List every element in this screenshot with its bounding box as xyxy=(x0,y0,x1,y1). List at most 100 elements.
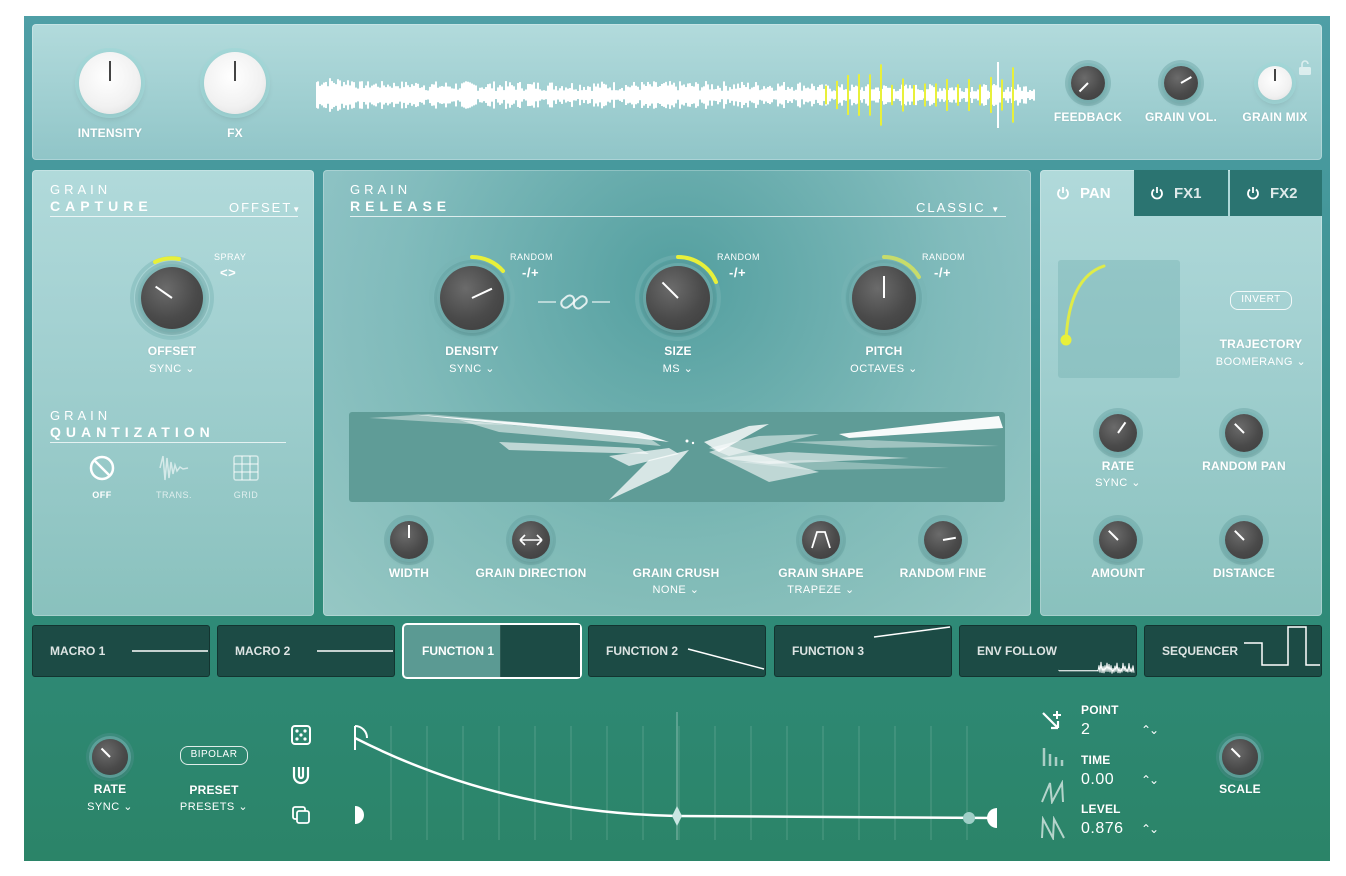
decay-icon[interactable] xyxy=(1040,816,1066,840)
pitch-sub-dropdown[interactable]: OCTAVES ⌄ xyxy=(832,362,936,375)
time-stepper[interactable]: ⌃⌄ xyxy=(1141,773,1159,787)
copy-icon[interactable] xyxy=(290,804,312,826)
bars-icon[interactable] xyxy=(1040,744,1066,768)
random-fine-knob[interactable] xyxy=(924,521,962,559)
width-label: WIDTH xyxy=(388,566,430,580)
tab-fx2[interactable]: FX2 xyxy=(1230,170,1322,216)
trajectory-pad[interactable] xyxy=(1058,260,1180,378)
quant-grid-option[interactable]: GRID xyxy=(226,454,266,504)
size-label: SIZE xyxy=(664,344,692,358)
offset-sub-dropdown[interactable]: SYNC ⌄ xyxy=(132,362,212,375)
grain-mix-knob[interactable] xyxy=(1258,66,1292,100)
magnet-icon[interactable] xyxy=(290,764,312,786)
density-random-toggle[interactable]: -/+ xyxy=(522,265,539,280)
offset-knob[interactable] xyxy=(141,267,203,329)
size-sub-dropdown[interactable]: MS ⌄ xyxy=(638,362,718,375)
random-pan-label: RANDOM PAN xyxy=(1202,459,1286,473)
modulator-function-1[interactable]: FUNCTION 1 xyxy=(404,625,580,677)
scale-knob[interactable] xyxy=(1222,739,1258,775)
preset-dropdown[interactable]: PRESETS ⌄ xyxy=(174,800,254,813)
point-value[interactable]: 2 xyxy=(1081,721,1090,739)
power-icon xyxy=(1247,187,1259,200)
quant-trans-label: TRANS. xyxy=(155,490,192,500)
fx-label: FX xyxy=(227,126,243,140)
function-rate-knob[interactable] xyxy=(92,739,128,775)
point-stepper[interactable]: ⌃⌄ xyxy=(1141,723,1159,737)
tab-pan[interactable]: PAN xyxy=(1040,170,1134,216)
grain-capture-panel xyxy=(32,170,314,616)
function-curve-editor[interactable] xyxy=(349,706,1009,846)
no-entry-icon xyxy=(89,455,115,481)
grain-visualizer xyxy=(349,412,1005,502)
grain-crush-dropdown[interactable]: NONE ⌄ xyxy=(636,583,716,596)
pan-rate-knob[interactable] xyxy=(1099,414,1137,452)
fx-knob[interactable] xyxy=(204,52,266,114)
release-divider xyxy=(350,216,1006,217)
macro-1-preview xyxy=(132,650,208,652)
add-point-icon[interactable] xyxy=(1040,708,1066,734)
distance-knob[interactable] xyxy=(1225,521,1263,559)
quant-trans-option[interactable]: TRANS. xyxy=(152,454,196,504)
spray-label: SPRAY xyxy=(214,252,247,262)
release-mode-dropdown[interactable]: CLASSIC ▼ xyxy=(916,200,1001,215)
modulator-macro-1[interactable]: MACRO 1 xyxy=(32,625,210,677)
amount-knob[interactable] xyxy=(1099,521,1137,559)
preset-label: PRESET xyxy=(189,783,239,797)
pitch-knob[interactable] xyxy=(852,266,916,330)
width-knob[interactable] xyxy=(390,521,428,559)
pan-panel xyxy=(1040,170,1322,616)
dice-icon[interactable] xyxy=(290,724,312,746)
modulator-env-follow[interactable]: ENV FOLLOW xyxy=(959,625,1137,677)
spray-toggle[interactable]: <> xyxy=(220,265,236,280)
grain-shape-dropdown[interactable]: TRAPEZE ⌄ xyxy=(781,583,861,596)
bipolar-button[interactable]: BIPOLAR xyxy=(180,746,248,765)
modulator-sequencer[interactable]: SEQUENCER xyxy=(1144,625,1322,677)
bidirectional-arrow-icon xyxy=(519,534,543,546)
modulator-function-2[interactable]: FUNCTION 2 xyxy=(588,625,766,677)
feedback-knob[interactable] xyxy=(1071,66,1105,100)
pitch-random-toggle[interactable]: -/+ xyxy=(934,265,951,280)
ramp-icon[interactable] xyxy=(1040,780,1066,804)
size-random-label: RANDOM xyxy=(717,252,760,262)
function-rate-dropdown[interactable]: SYNC ⌄ xyxy=(70,800,150,813)
density-knob[interactable] xyxy=(440,266,504,330)
power-icon xyxy=(1057,187,1069,200)
intensity-label: INTENSITY xyxy=(77,126,143,140)
invert-button[interactable]: INVERT xyxy=(1230,291,1292,310)
offset-label: OFFSET xyxy=(147,344,197,358)
pan-rate-dropdown[interactable]: SYNC ⌄ xyxy=(1078,476,1158,489)
grain-crush-label: GRAIN CRUSH xyxy=(632,566,720,580)
level-value[interactable]: 0.876 xyxy=(1081,820,1124,838)
pitch-label: PITCH xyxy=(865,344,903,358)
modulator-function-3[interactable]: FUNCTION 3 xyxy=(774,625,952,677)
capture-mode-dropdown[interactable]: OFFSET▼ xyxy=(229,200,302,215)
density-sub-dropdown[interactable]: SYNC ⌄ xyxy=(432,362,512,375)
pan-tab-bar: PAN FX1 FX2 xyxy=(1040,170,1322,216)
density-label: DENSITY xyxy=(445,344,499,358)
intensity-knob[interactable] xyxy=(79,52,141,114)
point-label: POINT xyxy=(1081,703,1119,717)
grain-vol-label: GRAIN VOL. xyxy=(1144,110,1217,124)
random-pan-knob[interactable] xyxy=(1225,414,1263,452)
quant-off-option[interactable]: OFF xyxy=(82,454,122,504)
quantization-title: GRAIN QUANTIZATION xyxy=(50,408,215,440)
function-3-preview xyxy=(873,626,951,638)
level-stepper[interactable]: ⌃⌄ xyxy=(1141,822,1159,836)
time-value[interactable]: 0.00 xyxy=(1081,771,1114,789)
pan-rate-label: RATE xyxy=(1101,459,1135,473)
grain-shape-knob[interactable] xyxy=(802,521,840,559)
function-rate-label: RATE xyxy=(93,782,127,796)
tab-fx1[interactable]: FX1 xyxy=(1134,170,1228,216)
time-label: TIME xyxy=(1081,753,1111,767)
grain-direction-knob[interactable] xyxy=(512,521,550,559)
size-random-toggle[interactable]: -/+ xyxy=(729,265,746,280)
grain-vol-knob[interactable] xyxy=(1164,66,1198,100)
modulator-macro-2[interactable]: MACRO 2 xyxy=(217,625,395,677)
size-knob[interactable] xyxy=(646,266,710,330)
distance-label: DISTANCE xyxy=(1212,566,1276,580)
trajectory-label: TRAJECTORY xyxy=(1219,337,1303,351)
capture-title: GRAIN CAPTURE xyxy=(50,182,153,214)
quantization-divider xyxy=(50,442,286,443)
trajectory-dropdown[interactable]: BOOMERANG ⌄ xyxy=(1206,355,1316,368)
amount-label: AMOUNT xyxy=(1091,566,1145,580)
